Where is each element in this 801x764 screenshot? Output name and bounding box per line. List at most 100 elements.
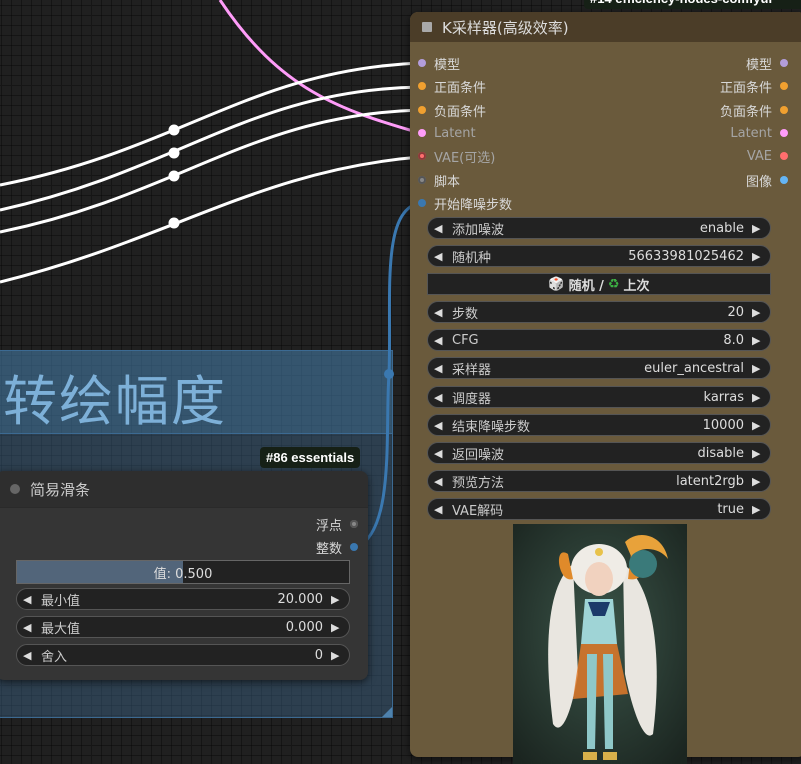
output-dot-icon[interactable] [780,59,788,67]
increment-arrow-icon[interactable]: ▶ [752,306,764,319]
input-slot-vae[interactable]: VAE(可选) [418,145,495,167]
decrement-arrow-icon[interactable]: ◀ [23,593,35,606]
widget-label: 采样器 [452,362,492,378]
decrement-arrow-icon[interactable]: ◀ [23,621,35,634]
widget-value: karras [703,389,744,405]
output-slot-positive[interactable]: 正面条件 [720,75,788,97]
increment-arrow-icon[interactable]: ▶ [752,362,764,375]
output-slot-negative[interactable]: 负面条件 [720,99,788,121]
widget-label: 返回噪波 [452,447,505,463]
ksampler-title-bar[interactable]: K采样器(高级效率) [410,12,801,42]
wire-reroute-1 [168,124,180,136]
value-slider[interactable]: 值: 0.500 [16,560,350,584]
collapse-toggle-icon[interactable] [422,22,432,32]
widget-value: latent2rgb [676,473,744,489]
output-dot-icon[interactable] [780,129,788,137]
decrement-arrow-icon[interactable]: ◀ [434,391,446,404]
increment-arrow-icon[interactable]: ▶ [752,447,764,460]
collapse-toggle-icon[interactable] [10,484,20,494]
increment-arrow-icon[interactable]: ▶ [331,649,343,662]
decrement-arrow-icon[interactable]: ◀ [23,649,35,662]
input-dot-icon[interactable] [418,59,426,67]
output-dot-icon[interactable] [780,82,788,90]
decrement-arrow-icon[interactable]: ◀ [434,362,446,375]
ksampler-node[interactable]: K采样器(高级效率) 模型 正面条件 负面条件 Latent VAE(可选) 脚… [410,12,801,764]
output-dot-icon[interactable] [780,152,788,160]
widget-rounding[interactable]: ◀ 舍入 0 ▶ [16,644,350,666]
input-slot-negative[interactable]: 负面条件 [418,99,486,121]
input-slot-positive[interactable]: 正面条件 [418,75,486,97]
output-slot-image[interactable]: 图像 [746,169,788,191]
increment-arrow-icon[interactable]: ▶ [752,222,764,235]
group-header[interactable]: 转绘幅度 [0,351,392,434]
decrement-arrow-icon[interactable]: ◀ [434,334,446,347]
output-dot-icon[interactable] [780,106,788,114]
slot-label: 脚本 [434,174,461,190]
widget-label: VAE解码 [452,503,504,519]
output-dot-icon[interactable] [350,520,358,528]
output-slot-vae[interactable]: VAE [747,145,788,167]
input-slot-start-step[interactable]: 开始降噪步数 [418,192,512,214]
decrement-arrow-icon[interactable]: ◀ [434,250,446,263]
widget-cfg[interactable]: ◀ CFG 8.0 ▶ [427,329,771,351]
decrement-arrow-icon[interactable]: ◀ [434,447,446,460]
input-dot-icon[interactable] [418,129,426,137]
widget-max-value[interactable]: ◀ 最大值 0.000 ▶ [16,616,350,638]
widget-value: 10000 [702,417,744,433]
widget-value: 8.0 [723,332,744,348]
seed-random-last-button[interactable]: 🎲 随机 / ♻ 上次 [427,273,771,295]
input-dot-icon[interactable] [418,82,426,90]
group-title: 转绘幅度 [3,370,227,433]
increment-arrow-icon[interactable]: ▶ [752,419,764,432]
ksampler-title: K采样器(高级效率) [442,18,569,37]
increment-arrow-icon[interactable]: ▶ [752,391,764,404]
widget-steps[interactable]: ◀ 步数 20 ▶ [427,301,771,323]
input-dot-icon[interactable] [418,106,426,114]
increment-arrow-icon[interactable]: ▶ [331,621,343,634]
increment-arrow-icon[interactable]: ▶ [752,334,764,347]
decrement-arrow-icon[interactable]: ◀ [434,306,446,319]
widget-value: 20 [727,304,744,320]
output-dot-icon[interactable] [780,176,788,184]
simple-slider-node[interactable]: 简易滑条 浮点 整数 值: 0.500 ◀ 最小值 20.000 ▶ ◀ 最大值… [0,471,368,680]
group-resize-handle[interactable] [382,707,392,717]
widget-scheduler[interactable]: ◀ 调度器 karras ▶ [427,386,771,408]
widget-end-step[interactable]: ◀ 结束降噪步数 10000 ▶ [427,414,771,436]
output-slot-latent[interactable]: Latent [730,122,788,144]
input-dot-icon[interactable] [418,199,426,207]
slider-title: 简易滑条 [30,480,91,499]
widget-min-value[interactable]: ◀ 最小值 20.000 ▶ [16,588,350,610]
decrement-arrow-icon[interactable]: ◀ [434,222,446,235]
wire-reroute-2 [168,147,180,159]
decrement-arrow-icon[interactable]: ◀ [434,419,446,432]
input-slot-script[interactable]: 脚本 [418,169,460,191]
increment-arrow-icon[interactable]: ▶ [752,475,764,488]
input-dot-icon[interactable] [418,152,426,160]
slot-label: 模型 [745,57,772,73]
increment-arrow-icon[interactable]: ▶ [752,250,764,263]
output-slot-model[interactable]: 模型 [746,52,788,74]
output-slot-float[interactable]: 浮点 [316,513,358,535]
slot-label: 整数 [315,541,342,557]
slot-label: 模型 [434,57,461,73]
increment-arrow-icon[interactable]: ▶ [752,503,764,516]
widget-sampler[interactable]: ◀ 采样器 euler_ancestral ▶ [427,357,771,379]
output-dot-icon[interactable] [350,543,358,551]
widget-preview-method[interactable]: ◀ 预览方法 latent2rgb ▶ [427,470,771,492]
input-dot-icon[interactable] [418,176,426,184]
output-slot-int[interactable]: 整数 [316,536,358,558]
decrement-arrow-icon[interactable]: ◀ [434,503,446,516]
widget-seed[interactable]: ◀ 随机种 56633981025462 ▶ [427,245,771,267]
recycle-icon: ♻ [607,276,620,292]
decrement-arrow-icon[interactable]: ◀ [434,475,446,488]
widget-vae-decode[interactable]: ◀ VAE解码 true ▶ [427,498,771,520]
last-label: 上次 [623,278,650,294]
wire-positive [0,85,421,212]
widget-return-noise[interactable]: ◀ 返回噪波 disable ▶ [427,442,771,464]
increment-arrow-icon[interactable]: ▶ [331,593,343,606]
slider-title-bar[interactable]: 简易滑条 [0,471,368,508]
input-slot-latent[interactable]: Latent [418,122,476,144]
input-slot-model[interactable]: 模型 [418,52,460,74]
wire-vae [0,155,421,284]
widget-add-noise[interactable]: ◀ 添加噪波 enable ▶ [427,217,771,239]
